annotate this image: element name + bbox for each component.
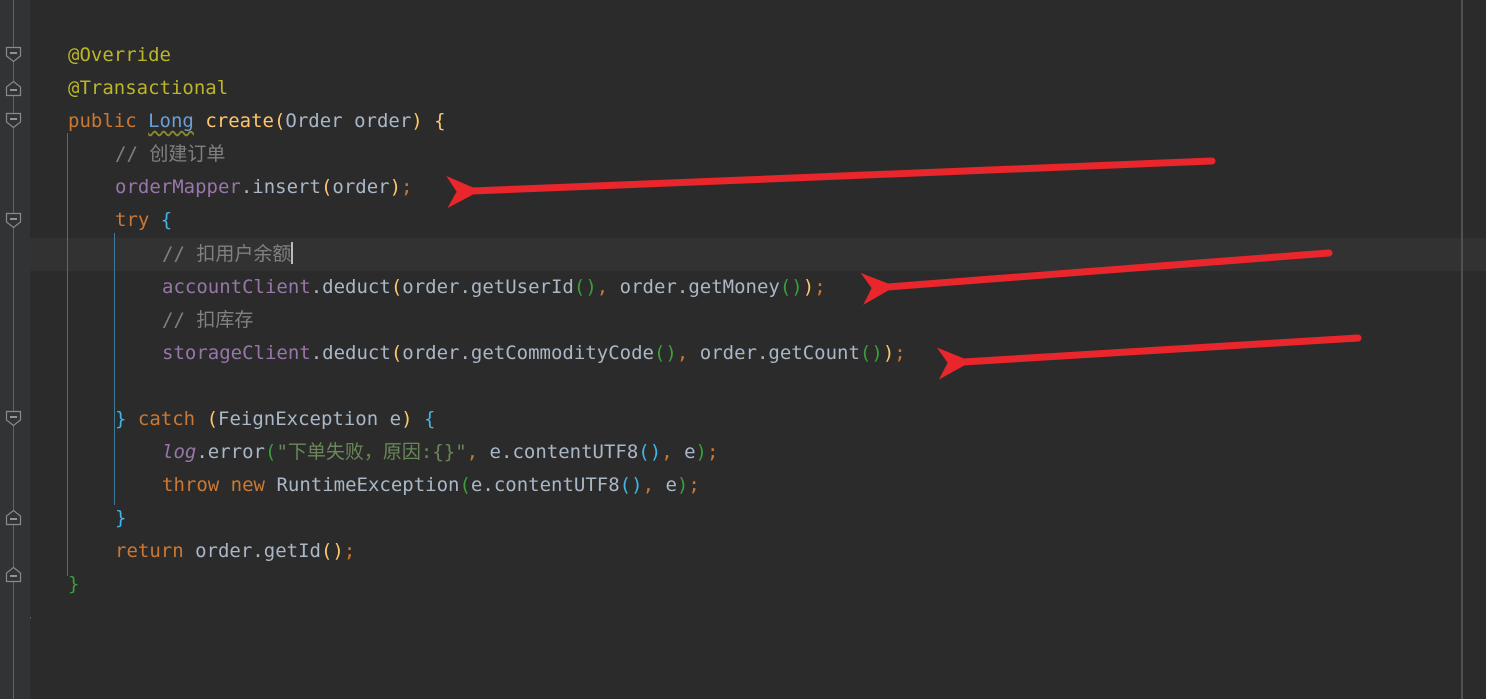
code-surface[interactable]: public void update(Order order) { @Overr… xyxy=(21,0,1486,699)
code-line-close-method: } xyxy=(68,573,80,595)
fold-marker-try-block[interactable] xyxy=(5,212,22,229)
fold-gutter[interactable] xyxy=(0,0,30,699)
code-line-order-mapper-insert: orderMapper.insert(order); xyxy=(115,176,413,198)
code-line-comment-deduct-balance: // 扣用户余额 xyxy=(162,242,294,265)
code-line-comment-deduct-stock: // 扣库存 xyxy=(162,309,254,331)
code-line-account-client-deduct: accountClient.deduct(order.getUserId(), … xyxy=(162,276,826,298)
code-line-comment-create-order: // 创建订单 xyxy=(115,143,226,165)
text-caret xyxy=(291,242,294,264)
fold-marker-end-method[interactable] xyxy=(5,509,22,526)
code-line-transactional: @Transactional xyxy=(68,77,229,99)
right-margin-separator xyxy=(1461,0,1463,699)
fold-marker-override[interactable] xyxy=(5,46,22,63)
code-line-close-catch: } xyxy=(115,507,127,529)
code-line-return: return order.getId(); xyxy=(115,540,356,562)
code-line-method-signature: public Long create(Order order) { xyxy=(68,110,446,132)
fold-marker-method-body[interactable] xyxy=(5,112,22,129)
code-line-log-error: log.error("下单失败，原因:{}", e.contentUTF8(),… xyxy=(162,441,719,463)
code-editor[interactable]: public void update(Order order) { @Overr… xyxy=(0,0,1486,699)
code-line-storage-client-deduct: storageClient.deduct(order.getCommodityC… xyxy=(162,342,906,364)
code-line-throw: throw new RuntimeException(e.contentUTF8… xyxy=(162,474,700,496)
indent-guide-try-body xyxy=(114,233,115,505)
indent-guide-method-body xyxy=(67,133,68,576)
fold-marker-method-top[interactable] xyxy=(5,80,22,97)
code-line-override: @Override xyxy=(68,44,171,66)
fold-marker-end-class[interactable] xyxy=(5,566,22,583)
fold-marker-catch-block[interactable] xyxy=(5,410,22,427)
code-line-catch: } catch (FeignException e) { xyxy=(115,408,436,430)
code-line-try: try { xyxy=(115,209,173,231)
fold-rail xyxy=(13,0,14,699)
code-line-partial-top: public void update(Order order) { xyxy=(60,0,1486,4)
